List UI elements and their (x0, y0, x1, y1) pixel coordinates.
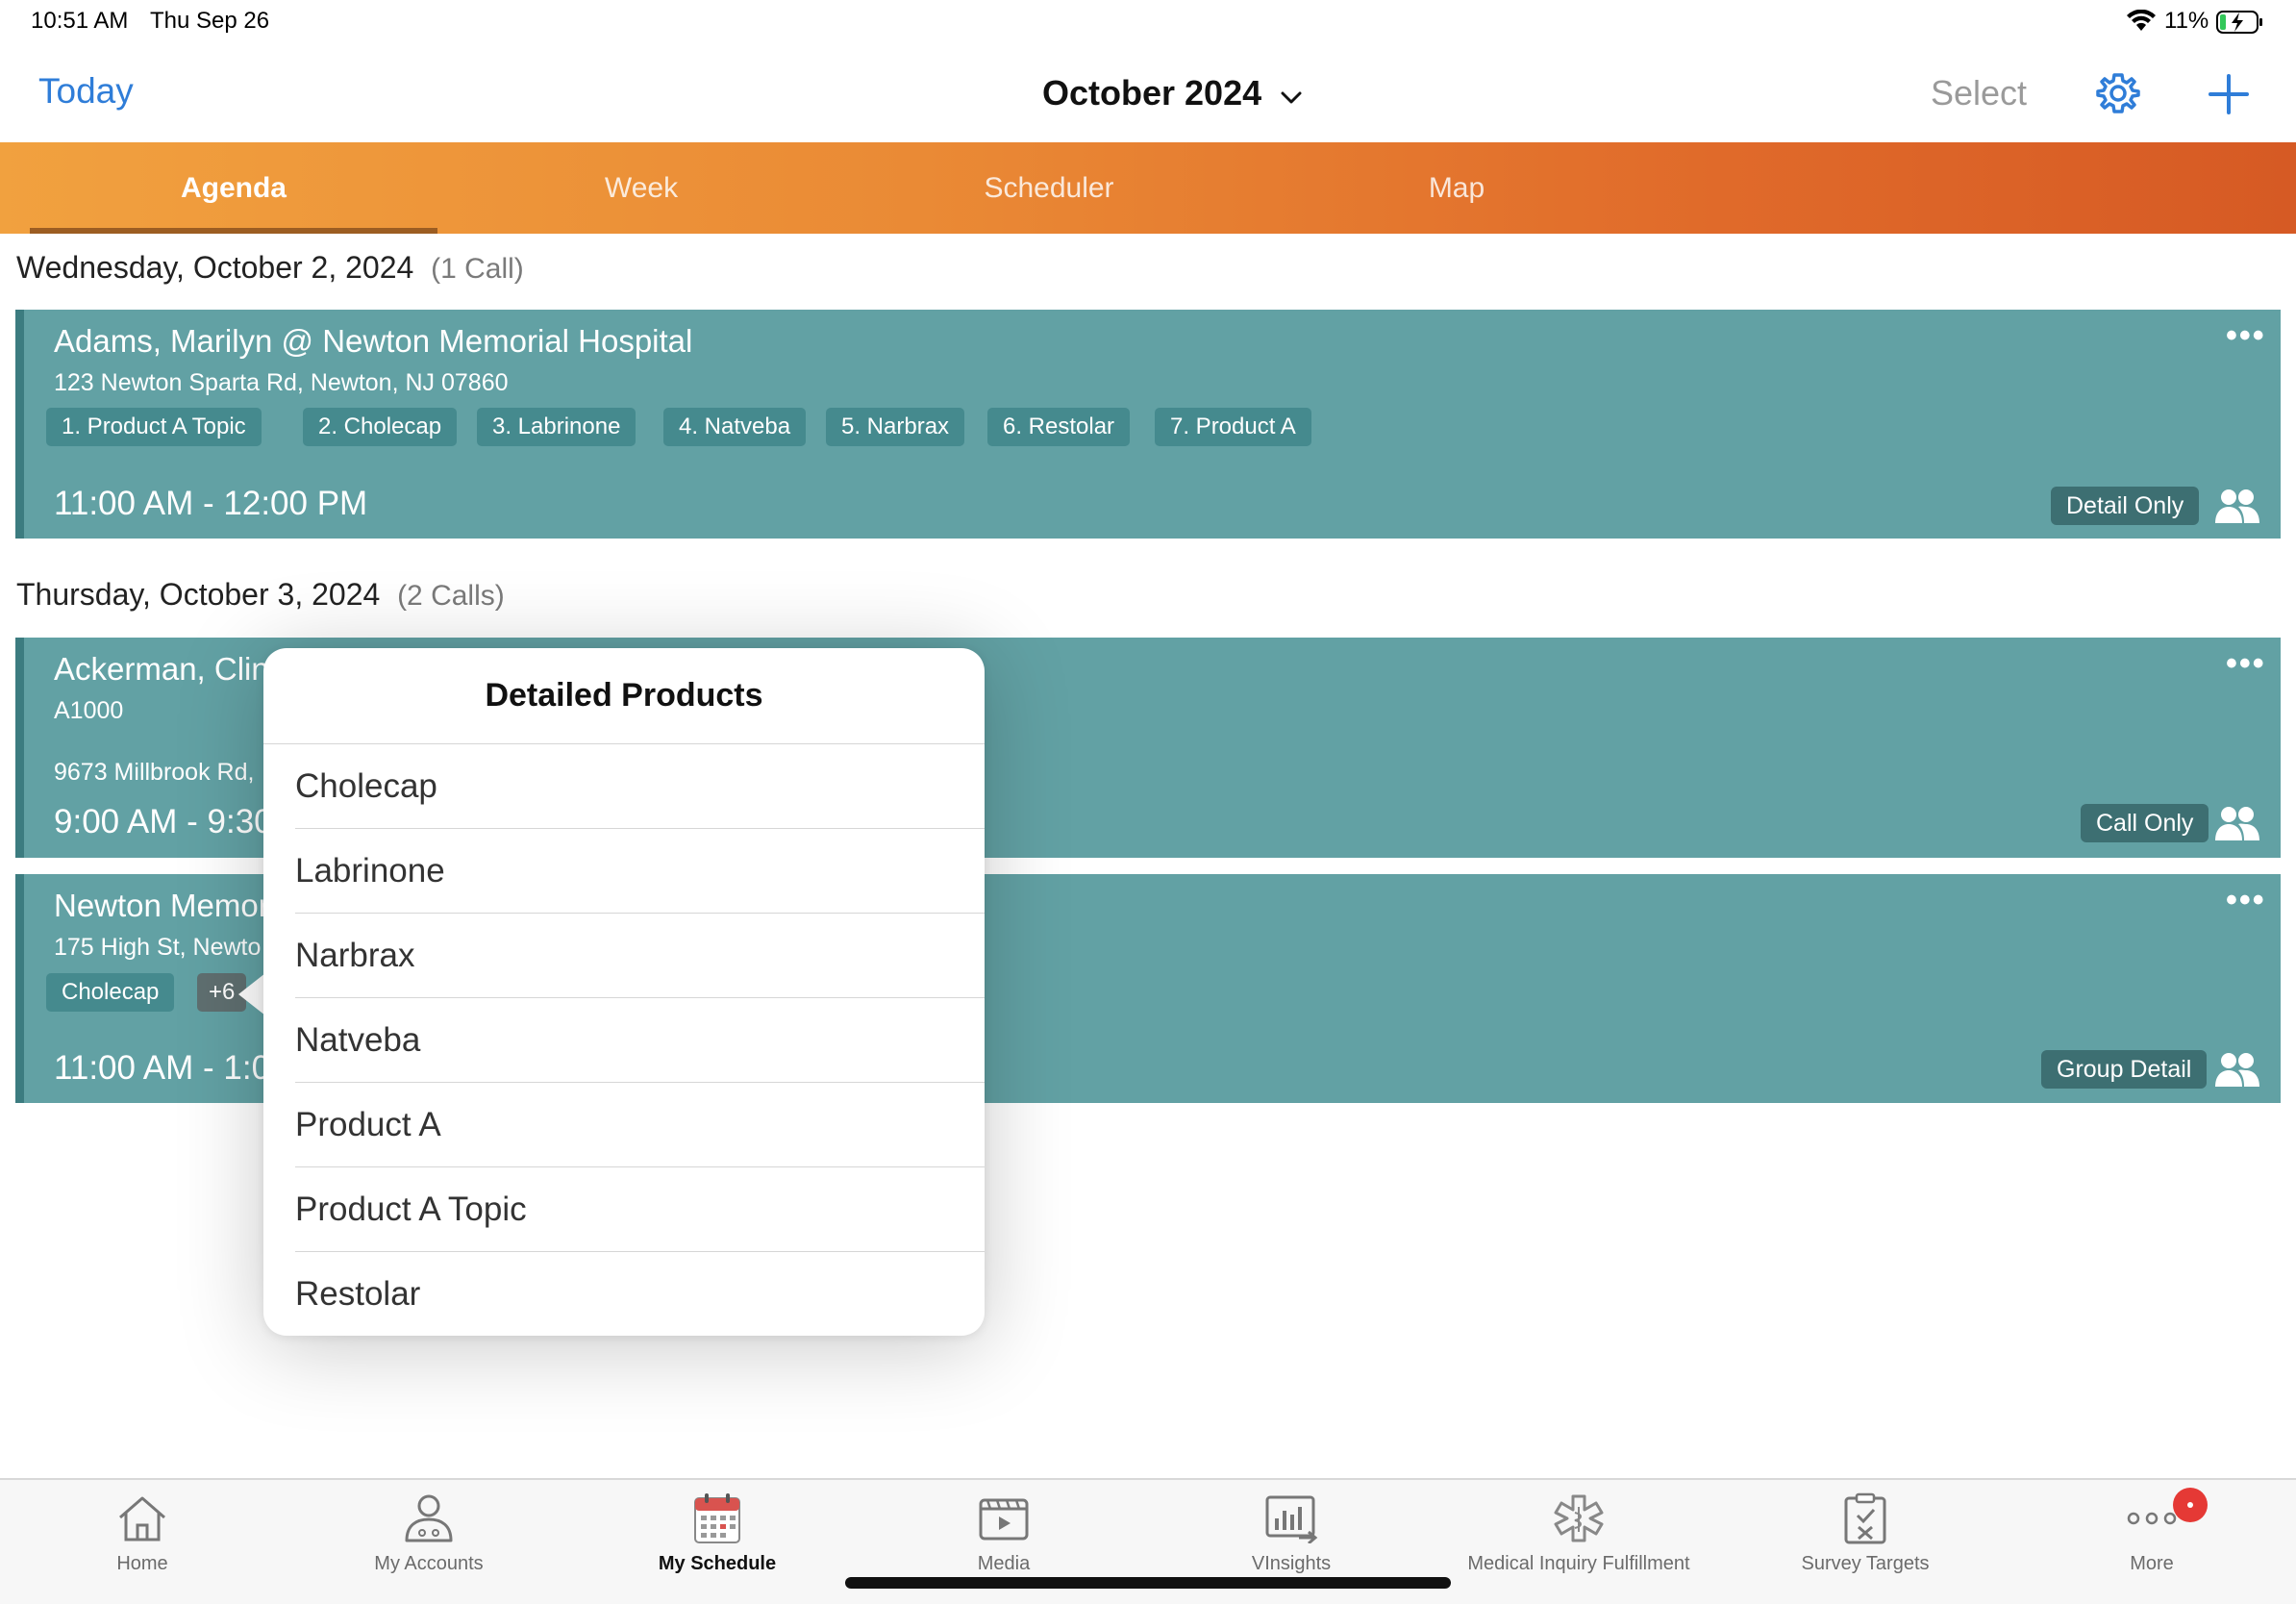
more-options-icon[interactable]: ••• (2226, 647, 2266, 680)
bottom-tab-more[interactable]: More (2056, 1480, 2248, 1604)
call-account-id: A1000 (54, 697, 124, 724)
call-type-badge: Call Only (2081, 804, 2209, 842)
popover-item[interactable]: Cholecap (295, 744, 985, 829)
bottom-tab-label: Media (977, 1553, 1031, 1574)
call-address: 123 Newton Sparta Rd, Newton, NJ 07860 (54, 369, 509, 396)
day-date: Wednesday, October 2, 2024 (16, 250, 414, 285)
call-type-badge: Group Detail (2041, 1050, 2208, 1089)
tab-week-label: Week (604, 171, 679, 204)
media-icon (977, 1491, 1031, 1545)
day-call-count: (2 Calls) (397, 580, 505, 612)
day-date: Thursday, October 3, 2024 (16, 577, 381, 612)
call-card[interactable]: Adams, Marilyn @ Newton Memorial Hospita… (15, 310, 2281, 539)
view-tab-bar: Agenda Week Scheduler Map (0, 142, 2296, 234)
popover-item[interactable]: Narbrax (295, 914, 985, 998)
group-attendees-icon (2214, 487, 2260, 530)
detailed-products-popover: Detailed Products Cholecap Labrinone Nar… (263, 648, 985, 1336)
bottom-tab-home[interactable]: Home (46, 1480, 238, 1604)
bottom-tab-label: VInsights (1251, 1553, 1332, 1574)
product-chip: 7. Product A (1155, 408, 1311, 446)
gear-icon[interactable] (2096, 71, 2140, 120)
popover-arrow (238, 973, 265, 1015)
bottom-tab-my-schedule[interactable]: My Schedule (621, 1480, 813, 1604)
popover-item[interactable]: Natveba (295, 998, 985, 1083)
product-chip: Cholecap (46, 973, 175, 1012)
day-header: Thursday, October 3, 2024 (2 Calls) (16, 577, 505, 613)
day-header: Wednesday, October 2, 2024 (1 Call) (16, 250, 524, 286)
tab-scheduler-label: Scheduler (984, 171, 1114, 204)
home-indicator[interactable] (845, 1577, 1451, 1589)
status-date: Thu Sep 26 (150, 8, 270, 34)
group-attendees-icon (2214, 1050, 2260, 1093)
bottom-tab-label: More (2130, 1553, 2174, 1574)
popover-title: Detailed Products (263, 648, 985, 744)
day-call-count: (1 Call) (431, 253, 524, 285)
more-options-icon[interactable]: ••• (2226, 884, 2266, 916)
month-picker[interactable]: October 2024 (1042, 73, 1302, 113)
call-title: Adams, Marilyn @ Newton Memorial Hospita… (54, 323, 693, 359)
bottom-tab-label: Survey Targets (1801, 1553, 1930, 1574)
wifi-icon (2127, 9, 2156, 38)
product-chip: 2. Cholecap (303, 408, 458, 446)
group-attendees-icon (2214, 804, 2260, 847)
active-tab-indicator (30, 228, 437, 234)
more-icon (2125, 1491, 2179, 1545)
bottom-tab-my-accounts[interactable]: My Accounts (333, 1480, 525, 1604)
survey-icon (1838, 1491, 1892, 1545)
product-chip: 5. Narbrax (826, 408, 965, 446)
popover-item[interactable]: Restolar (295, 1252, 985, 1337)
bottom-tab-label: My Accounts (374, 1553, 484, 1574)
calendar-icon (690, 1491, 744, 1545)
tab-map-label: Map (1428, 171, 1485, 204)
bottom-tab-survey-targets[interactable]: Survey Targets (1769, 1480, 1961, 1604)
product-chip: 6. Restolar (987, 408, 1131, 446)
today-button[interactable]: Today (38, 71, 134, 112)
tab-map[interactable]: Map (1253, 142, 1660, 234)
tab-agenda-label: Agenda (180, 171, 287, 204)
popover-item[interactable]: Product A Topic (295, 1167, 985, 1252)
bottom-tab-label: Medical Inquiry Fulfillment (1467, 1553, 1690, 1574)
call-time: 11:00 AM - 12:00 PM (54, 485, 368, 522)
chevron-down-icon (1281, 73, 1302, 113)
person-icon (402, 1491, 456, 1545)
month-title: October 2024 (1042, 73, 1262, 113)
medical-icon (1552, 1491, 1606, 1545)
bottom-tab-label: My Schedule (658, 1553, 777, 1574)
product-chip: 4. Natveba (663, 408, 807, 446)
call-title: Newton Memori (54, 888, 277, 923)
call-type-badge: Detail Only (2051, 487, 2200, 525)
popover-item[interactable]: Product A (295, 1083, 985, 1167)
battery-charging-icon (2216, 10, 2264, 39)
popover-item[interactable]: Labrinone (295, 829, 985, 914)
call-title: Ackerman, Clint (54, 651, 278, 687)
call-time: 11:00 AM - 1:00 (54, 1049, 289, 1087)
notification-badge (2173, 1488, 2208, 1522)
bottom-tab-medical-inquiry[interactable]: Medical Inquiry Fulfillment (1435, 1480, 1723, 1604)
battery-percent: 11% (2164, 8, 2209, 34)
call-time: 9:00 AM - 9:30 (54, 803, 273, 840)
status-time: 10:51 AM (31, 8, 129, 34)
tab-week[interactable]: Week (437, 142, 845, 234)
home-icon (115, 1491, 169, 1545)
more-options-icon[interactable]: ••• (2226, 319, 2266, 352)
tab-scheduler[interactable]: Scheduler (845, 142, 1253, 234)
plus-icon[interactable] (2208, 73, 2250, 120)
bottom-tab-label: Home (116, 1553, 168, 1574)
select-button[interactable]: Select (1931, 73, 2027, 113)
tab-agenda[interactable]: Agenda (30, 142, 437, 234)
insights-icon (1264, 1491, 1318, 1545)
product-chip: 1. Product A Topic (46, 408, 262, 446)
call-address: 175 High St, Newto (54, 934, 262, 961)
product-chip: 3. Labrinone (477, 408, 636, 446)
call-address: 9673 Millbrook Rd, (54, 759, 255, 786)
